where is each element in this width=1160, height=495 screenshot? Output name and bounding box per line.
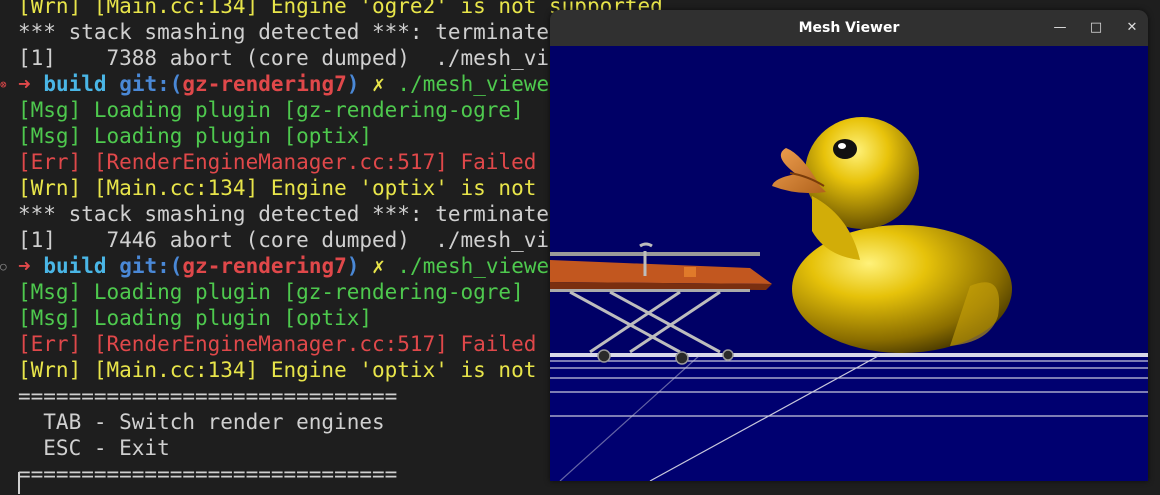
prompt-git-label: git:( bbox=[119, 72, 183, 96]
terminal-line: [Msg] Loading plugin [gz-rendering-ogre] bbox=[18, 279, 524, 305]
terminal-line: ============================== bbox=[18, 461, 397, 487]
ok-status-icon: ○ bbox=[0, 260, 7, 273]
prompt-directory: build bbox=[43, 72, 107, 96]
window-titlebar[interactable]: Mesh Viewer — □ ✕ bbox=[550, 10, 1148, 46]
rubber-duck bbox=[772, 117, 1012, 353]
render-viewport[interactable] bbox=[550, 46, 1148, 481]
terminal-line: [1] 7388 abort (core dumped) ./mesh_view… bbox=[18, 45, 600, 71]
dirty-status-icon: ✗ bbox=[372, 254, 385, 278]
prompt-directory: build bbox=[43, 254, 107, 278]
terminal-text-segment: [Msg] Loading plugin [gz-rendering-ogre] bbox=[18, 280, 524, 304]
prompt-git-branch: gz-rendering7 bbox=[182, 72, 347, 96]
terminal-text-segment: TAB - Switch render engines bbox=[18, 410, 385, 434]
terminal-text-segment: [Wrn] [Main.cc:134] Engine 'optix' is no… bbox=[18, 176, 587, 200]
terminal-line: ============================== bbox=[18, 383, 397, 409]
terminal-text-segment: ESC - Exit bbox=[18, 436, 170, 460]
terminal-line: ESC - Exit bbox=[18, 435, 170, 461]
terminal-text-segment: [Msg] Loading plugin [optix] bbox=[18, 124, 373, 148]
terminal-line: [Wrn] [Main.cc:134] Engine 'optix' is no… bbox=[18, 175, 587, 201]
prompt-git-close: ) bbox=[346, 254, 360, 278]
floor-plane bbox=[550, 354, 1148, 481]
terminal-line: [Wrn] [Main.cc:134] Engine 'optix' is no… bbox=[18, 357, 587, 383]
terminal-text-segment: [1] 7446 abort (core dumped) ./mesh_view… bbox=[18, 228, 600, 252]
terminal-line: [1] 7446 abort (core dumped) ./mesh_view… bbox=[18, 227, 600, 253]
error-status-icon: ⊗ bbox=[0, 78, 7, 91]
terminal-text-segment: [Err] [RenderEngineManager.cc:517] Faile… bbox=[18, 150, 575, 174]
prompt-command: ./mesh_viewer bbox=[397, 72, 562, 96]
terminal-text-segment: [1] 7388 abort (core dumped) ./mesh_view… bbox=[18, 46, 600, 70]
prompt-arrow-icon: ➜ bbox=[18, 72, 31, 96]
stretcher bbox=[550, 242, 772, 365]
terminal-text-segment: ============================== bbox=[18, 462, 398, 486]
minimize-icon[interactable]: — bbox=[1048, 16, 1072, 40]
terminal-text-segment: [Msg] Loading plugin [optix] bbox=[18, 306, 373, 330]
shell-prompt-line: ➜ build git:(gz-rendering7) ✗ ./mesh_vie… bbox=[18, 253, 562, 279]
terminal-text-segment: ============================== bbox=[18, 384, 398, 408]
prompt-command: ./mesh_viewer bbox=[397, 254, 562, 278]
terminal-line: [Msg] Loading plugin [optix] bbox=[18, 123, 372, 149]
terminal-text-segment: [Msg] Loading plugin [gz-rendering-ogre] bbox=[18, 98, 524, 122]
dirty-status-icon: ✗ bbox=[372, 72, 385, 96]
shell-prompt-line: ➜ build git:(gz-rendering7) ✗ ./mesh_vie… bbox=[18, 71, 562, 97]
terminal-line: *** stack smashing detected ***: termina… bbox=[18, 201, 562, 227]
terminal-line: [Msg] Loading plugin [optix] bbox=[18, 305, 372, 331]
terminal-line: [Msg] Loading plugin [gz-rendering-ogre] bbox=[18, 97, 524, 123]
prompt-git-branch: gz-rendering7 bbox=[182, 254, 347, 278]
prompt-git-close: ) bbox=[346, 72, 360, 96]
terminal-text-segment: *** stack smashing detected ***: termina… bbox=[18, 202, 562, 226]
close-icon[interactable]: ✕ bbox=[1120, 16, 1144, 40]
prompt-git-label: git:( bbox=[119, 254, 183, 278]
terminal-text-segment: [Err] [RenderEngineManager.cc:517] Faile… bbox=[18, 332, 575, 356]
terminal-text-segment: [Wrn] [Main.cc:134] Engine 'optix' is no… bbox=[18, 358, 587, 382]
prompt-arrow-icon: ➜ bbox=[18, 254, 31, 278]
mesh-viewer-window[interactable]: Mesh Viewer — □ ✕ bbox=[550, 10, 1148, 481]
terminal-line: *** stack smashing detected ***: termina… bbox=[18, 19, 562, 45]
terminal-text-segment: *** stack smashing detected ***: termina… bbox=[18, 20, 562, 44]
scene-canvas bbox=[550, 117, 1148, 481]
maximize-icon[interactable]: □ bbox=[1084, 16, 1108, 40]
terminal-line: TAB - Switch render engines bbox=[18, 409, 385, 435]
terminal-cursor bbox=[18, 472, 20, 494]
